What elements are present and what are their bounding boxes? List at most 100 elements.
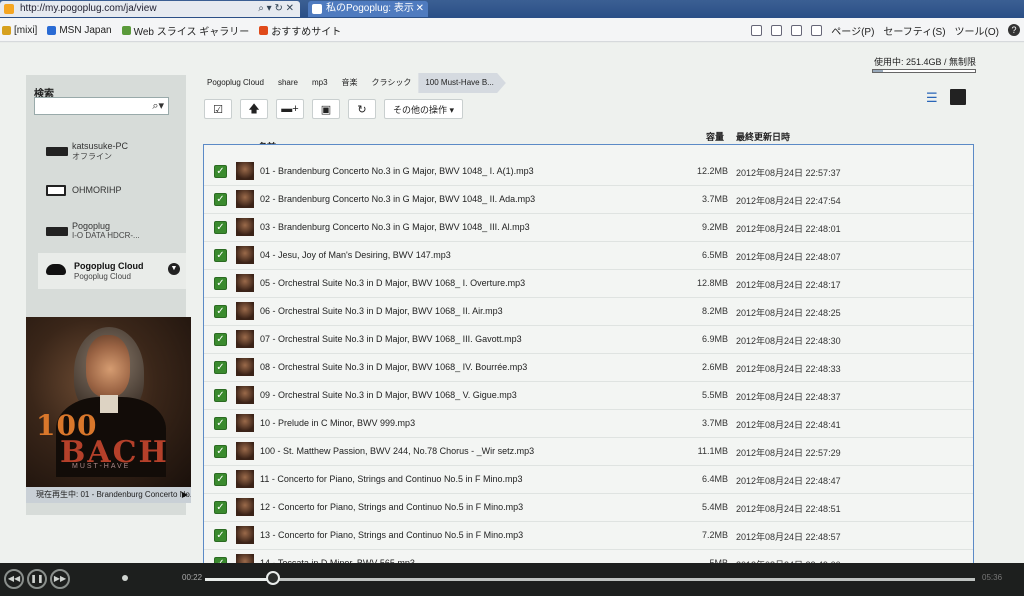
print-icon[interactable] [811,24,823,36]
file-date: 2012年08月24日 22:47:54 [736,196,841,206]
crumb-music[interactable]: 音楽 [335,73,365,93]
now-playing-text: 現在再生中: 01 - Brandenburg Concerto No.3 in… [36,490,191,499]
more-actions-button[interactable]: その他の操作 ▾ [384,99,464,119]
file-date: 2012年08月24日 22:48:57 [736,532,841,542]
album-thumbnail [236,190,254,208]
crumb-mp3[interactable]: mp3 [305,73,335,93]
search-input[interactable]: ⌕▾ [34,97,169,115]
row-checkbox[interactable]: ✓ [214,361,227,374]
now-playing-label[interactable]: 現在再生中: 01 - Brandenburg Concerto No.3 in… [26,487,191,503]
file-name[interactable]: 11 - Concerto for Piano, Strings and Con… [260,474,522,484]
help-icon[interactable]: ? [1008,24,1020,36]
seek-handle[interactable] [266,571,280,585]
file-name[interactable]: 06 - Orchestral Suite No.3 in D Major, B… [260,306,503,316]
volume-icon[interactable] [122,575,128,581]
home-icon[interactable] [751,24,763,36]
row-checkbox[interactable]: ✓ [214,333,227,346]
row-checkbox[interactable]: ✓ [214,221,227,234]
file-name[interactable]: 07 - Orchestral Suite No.3 in D Major, B… [260,334,522,344]
file-name[interactable]: 03 - Brandenburg Concerto No.3 in G Majo… [260,222,530,232]
film-icon: ▣ [320,103,332,116]
file-row[interactable]: ✓ 02 - Brandenburg Concerto No.3 in G Maj… [204,186,973,214]
crumb-pogoplug-cloud[interactable]: Pogoplug Cloud [200,73,271,93]
new-folder-button[interactable]: ▬+ [276,99,304,119]
file-row[interactable]: ✓ 04 - Jesu, Joy of Man's Desiring, BWV 1… [204,242,973,270]
favorite-msn[interactable]: MSN Japan [47,25,112,36]
safety-menu[interactable]: セーフティ(S) [883,23,945,38]
file-date: 2012年08月24日 22:48:33 [736,364,841,374]
device-ohmorihp[interactable]: OHMORIHP [42,177,182,213]
tools-menu[interactable]: ツール(O) [955,23,999,38]
address-bar[interactable]: http://my.pogoplug.com/ja/view ⌕ ▾ ↻ ✕ [0,1,300,17]
select-all-checkbox[interactable]: ☑ [204,99,232,119]
chevron-down-icon[interactable]: ▼ [168,263,180,275]
file-row[interactable]: ✓ 07 - Orchestral Suite No.3 in D Major, … [204,326,973,354]
file-name[interactable]: 10 - Prelude in C Minor, BWV 999.mp3 [260,418,415,428]
row-checkbox[interactable]: ✓ [214,165,227,178]
crumb-classic[interactable]: クラシック [365,73,419,93]
favorite-suggested-sites[interactable]: おすすめサイト [259,23,341,38]
address-tools-icon[interactable]: ⌕ ▾ ↻ ✕ [258,1,294,17]
slideshow-button[interactable]: ▣ [312,99,340,119]
row-checkbox[interactable]: ✓ [214,249,227,262]
file-row[interactable]: ✓ 10 - Prelude in C Minor, BWV 999.mp3 3.7… [204,410,973,438]
file-row[interactable]: ✓ 08 - Orchestral Suite No.3 in D Major, … [204,354,973,382]
file-name[interactable]: 01 - Brandenburg Concerto No.3 in G Majo… [260,166,534,176]
file-size: 8.2MB [701,306,728,316]
previous-icon[interactable]: ◀◀ [4,569,24,589]
file-name[interactable]: 13 - Concerto for Piano, Strings and Con… [260,530,523,540]
page-menu[interactable]: ページ(P) [831,23,874,38]
row-checkbox[interactable]: ✓ [214,277,227,290]
device-pogoplug[interactable]: Pogoplug I-O DATA HDCR-... [42,217,182,253]
file-row[interactable]: ✓ 100 - St. Matthew Passion, BWV 244, No.… [204,438,973,466]
seek-bar[interactable] [205,578,975,581]
device-katsusuke-pc[interactable]: katsusuke-PC オフライン [42,137,182,173]
mail-icon[interactable] [791,24,803,36]
file-name[interactable]: 05 - Orchestral Suite No.3 in D Major, B… [260,278,525,288]
file-name[interactable]: 04 - Jesu, Joy of Man's Desiring, BWV 14… [260,250,451,260]
row-checkbox[interactable]: ✓ [214,529,227,542]
feeds-icon[interactable] [771,24,783,36]
search-icon[interactable]: ⌕▾ [152,99,164,113]
play-arrow-icon[interactable]: ▶ [182,487,188,503]
upload-button[interactable]: 🡅 [240,99,268,119]
list-view-icon[interactable]: ☰ [926,91,942,105]
file-row[interactable]: ✓ 09 - Orchestral Suite No.3 in D Major, … [204,382,973,410]
row-checkbox[interactable]: ✓ [214,417,227,430]
tab-active[interactable]: 私のPogoplug: 表示 ✕ [308,1,428,17]
file-name[interactable]: 09 - Orchestral Suite No.3 in D Major, B… [260,390,517,400]
row-checkbox[interactable]: ✓ [214,445,227,458]
row-checkbox[interactable]: ✓ [214,193,227,206]
crumb-current-folder[interactable]: 100 Must-Have B... [418,73,506,93]
total-time: 05:36 [982,573,1003,582]
row-checkbox[interactable]: ✓ [214,389,227,402]
file-name[interactable]: 02 - Brandenburg Concerto No.3 in G Majo… [260,194,535,204]
file-size: 2.6MB [701,362,728,372]
device-pogoplug-cloud[interactable]: Pogoplug Cloud Pogoplug Cloud ▼ [38,253,186,289]
file-name[interactable]: 12 - Concerto for Piano, Strings and Con… [260,502,523,512]
file-row[interactable]: ✓ 12 - Concerto for Piano, Strings and Co… [204,494,973,522]
file-row[interactable]: ✓ 01 - Brandenburg Concerto No.3 in G Maj… [204,158,973,186]
row-checkbox[interactable]: ✓ [214,473,227,486]
pogoplug-favicon-icon [312,4,322,14]
row-checkbox[interactable]: ✓ [214,501,227,514]
crumb-share[interactable]: share [271,73,305,93]
close-tab-icon[interactable]: ✕ [416,1,424,17]
favorite-mixi[interactable]: [mixi] [2,25,37,36]
file-row[interactable]: ✓ 11 - Concerto for Piano, Strings and Co… [204,466,973,494]
column-header-date[interactable]: 最終更新日時 [736,130,790,143]
column-header-size[interactable]: 容量 [706,130,724,143]
file-size: 3.7MB [701,194,728,204]
file-row[interactable]: ✓ 05 - Orchestral Suite No.3 in D Major, … [204,270,973,298]
next-icon[interactable]: ▶▶ [50,569,70,589]
favorite-web-slice[interactable]: Web スライス ギャラリー [121,23,249,38]
file-name[interactable]: 100 - St. Matthew Passion, BWV 244, No.7… [260,446,534,456]
file-row[interactable]: ✓ 06 - Orchestral Suite No.3 in D Major, … [204,298,973,326]
file-row[interactable]: ✓ 13 - Concerto for Piano, Strings and Co… [204,522,973,550]
file-row[interactable]: ✓ 03 - Brandenburg Concerto No.3 in G Maj… [204,214,973,242]
grid-view-icon[interactable] [950,89,966,105]
refresh-button[interactable]: ↻ [348,99,376,119]
file-name[interactable]: 08 - Orchestral Suite No.3 in D Major, B… [260,362,527,372]
row-checkbox[interactable]: ✓ [214,305,227,318]
pause-icon[interactable]: ❚❚ [27,569,47,589]
